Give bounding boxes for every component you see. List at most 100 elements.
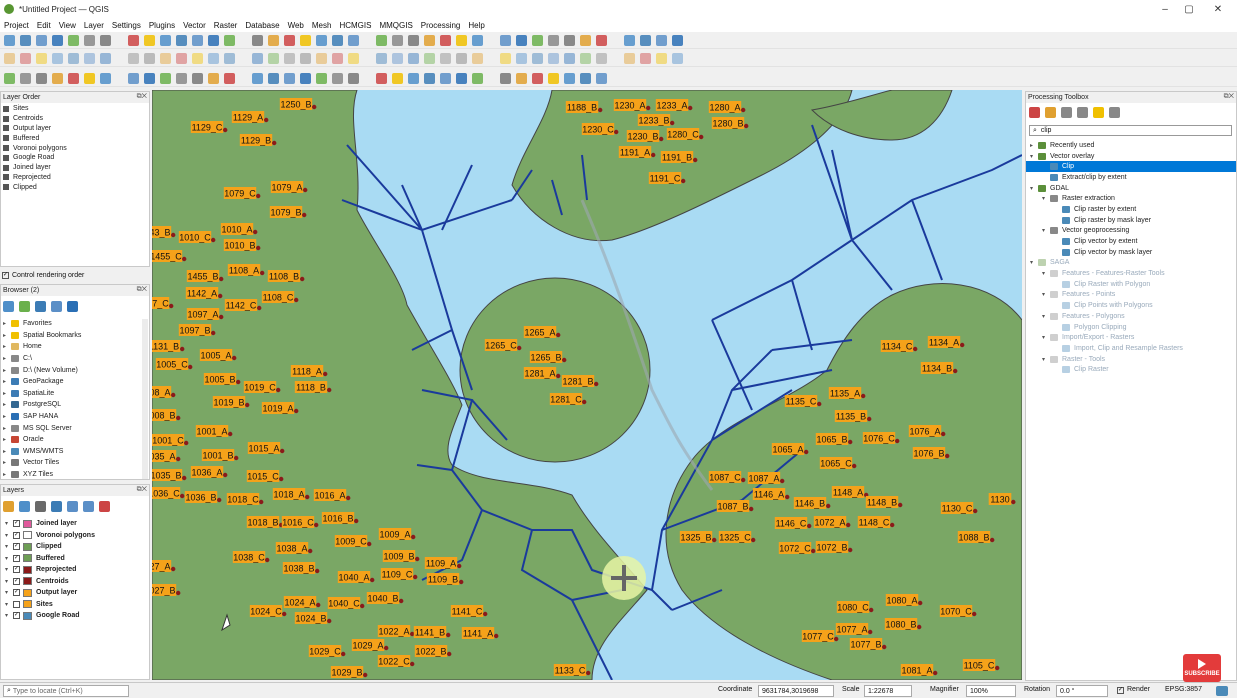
- toolbar-button-icon[interactable]: [36, 52, 47, 64]
- crs-button[interactable]: EPSG:3857: [1165, 686, 1202, 693]
- toolbar-button-icon[interactable]: [4, 52, 15, 64]
- toolbar-button-icon[interactable]: [332, 72, 343, 84]
- toolbar-button-icon[interactable]: [376, 52, 387, 64]
- toolbar-button-icon[interactable]: [472, 52, 483, 64]
- close-panel-icon[interactable]: ⧉✕: [137, 486, 147, 494]
- menu-item[interactable]: Vector: [183, 21, 206, 30]
- results-icon[interactable]: [1077, 106, 1088, 118]
- toolbar-button-icon[interactable]: [624, 34, 635, 46]
- toolbar-button-icon[interactable]: [4, 72, 15, 84]
- toolbox-tree-item[interactable]: ▾ Features - Points: [1026, 290, 1236, 301]
- expand-arrow-icon[interactable]: ▾: [5, 601, 13, 608]
- expand-arrow-icon[interactable]: ▸: [3, 390, 11, 397]
- browser-item[interactable]: ▸ Spatial Bookmarks: [3, 330, 141, 342]
- edit-features-icon[interactable]: [1093, 106, 1104, 118]
- layer-item[interactable]: ▾ Sites: [5, 599, 145, 611]
- toolbar-button-icon[interactable]: [100, 34, 111, 46]
- refresh-icon[interactable]: [3, 300, 14, 312]
- toolbar-button-icon[interactable]: [548, 52, 559, 64]
- toolbar-button-icon[interactable]: [564, 34, 575, 46]
- remove-layer-icon[interactable]: [99, 500, 110, 512]
- expand-arrow-icon[interactable]: ▸: [3, 332, 11, 339]
- toolbar-button-icon[interactable]: [424, 34, 435, 46]
- toolbar-button-icon[interactable]: [624, 52, 635, 64]
- toolbar-button-icon[interactable]: [160, 52, 171, 64]
- toolbox-tree-item[interactable]: ▾ Features - Features-Raster Tools: [1026, 268, 1236, 279]
- toolbar-button-icon[interactable]: [376, 34, 387, 46]
- toolbar-button-icon[interactable]: [100, 72, 111, 84]
- toolbar-button-icon[interactable]: [472, 72, 483, 84]
- browser-item[interactable]: ▸ Vector Tiles: [3, 457, 141, 469]
- add-group-icon[interactable]: [19, 500, 30, 512]
- toolbar-button-icon[interactable]: [192, 72, 203, 84]
- layer-item[interactable]: ▾ ✓ Output layer: [5, 587, 145, 599]
- toolbar-button-icon[interactable]: [268, 52, 279, 64]
- browser-item[interactable]: ▸ Oracle: [3, 434, 141, 446]
- toolbar-button-icon[interactable]: [548, 72, 559, 84]
- expand-arrow-icon[interactable]: ▸: [3, 413, 11, 420]
- toolbox-tree-item[interactable]: ▾ Raster extraction: [1026, 193, 1236, 204]
- expand-arrow-icon[interactable]: ▾: [5, 578, 13, 585]
- layer-item[interactable]: ▾ ✓ Buffered: [5, 553, 145, 565]
- toolbar-button-icon[interactable]: [192, 34, 203, 46]
- toolbar-button-icon[interactable]: [472, 34, 483, 46]
- toolbar-button-icon[interactable]: [348, 34, 359, 46]
- toolbox-tree-item[interactable]: Clip vector by extent: [1026, 236, 1236, 247]
- toolbox-search[interactable]: ⌕ clip: [1029, 125, 1232, 136]
- toolbar-button-icon[interactable]: [348, 52, 359, 64]
- locator-search[interactable]: ⌕ Type to locate (Ctrl+K): [3, 685, 129, 697]
- toolbar-button-icon[interactable]: [440, 72, 451, 84]
- toolbar-button-icon[interactable]: [332, 52, 343, 64]
- menu-item[interactable]: Processing: [421, 21, 461, 30]
- expand-arrow-icon[interactable]: ▸: [3, 401, 11, 408]
- toolbar-button-icon[interactable]: [656, 34, 667, 46]
- toolbar-button-icon[interactable]: [224, 34, 235, 46]
- toolbar-button-icon[interactable]: [516, 72, 527, 84]
- rotation-field[interactable]: 0.0 °: [1056, 685, 1108, 697]
- toolbar-button-icon[interactable]: [208, 34, 219, 46]
- browser-item[interactable]: ▸ PostgreSQL: [3, 399, 141, 411]
- expand-arrow-icon[interactable]: ▾: [5, 520, 13, 527]
- toolbar-button-icon[interactable]: [408, 34, 419, 46]
- layer-item[interactable]: ▾ ✓ Google Road: [5, 610, 145, 622]
- browser-item[interactable]: ▸ D:\ (New Volume): [3, 364, 141, 376]
- toolbar-button-icon[interactable]: [316, 72, 327, 84]
- toolbox-tree-item[interactable]: ▸ Recently used: [1026, 140, 1236, 151]
- toolbar-button-icon[interactable]: [392, 34, 403, 46]
- toolbar-button-icon[interactable]: [84, 34, 95, 46]
- visibility-checkbox[interactable]: ✓: [13, 612, 20, 620]
- expand-arrow-icon[interactable]: ▾: [1030, 185, 1038, 192]
- toolbar-button-icon[interactable]: [68, 72, 79, 84]
- toolbar-button-icon[interactable]: [128, 34, 139, 46]
- layer-order-item[interactable]: Voronoi polygons: [3, 143, 67, 153]
- toolbar-button-icon[interactable]: [672, 52, 683, 64]
- toolbar-button-icon[interactable]: [516, 52, 527, 64]
- expand-arrow-icon[interactable]: ▾: [1030, 153, 1038, 160]
- toolbar-button-icon[interactable]: [580, 52, 591, 64]
- toolbar-button-icon[interactable]: [424, 72, 435, 84]
- expand-arrow-icon[interactable]: ▸: [3, 355, 11, 362]
- menu-item[interactable]: Edit: [37, 21, 51, 30]
- toolbar-button-icon[interactable]: [36, 72, 47, 84]
- browser-item[interactable]: ▸ GeoPackage: [3, 376, 141, 388]
- toolbar-button-icon[interactable]: [144, 52, 155, 64]
- expand-arrow-icon[interactable]: ▾: [5, 612, 13, 619]
- close-button[interactable]: ✕: [1203, 0, 1233, 18]
- toolbar-button-icon[interactable]: [252, 52, 263, 64]
- toolbox-tree-item[interactable]: Extract/clip by extent: [1026, 172, 1236, 183]
- browser-item[interactable]: ▸ Home: [3, 341, 141, 353]
- layer-order-item[interactable]: Sites: [3, 104, 67, 114]
- expand-arrow-icon[interactable]: ▾: [1042, 227, 1050, 234]
- menu-item[interactable]: Mesh: [312, 21, 332, 30]
- expand-arrow-icon[interactable]: ▸: [3, 436, 11, 443]
- toolbar-button-icon[interactable]: [128, 72, 139, 84]
- visibility-checkbox[interactable]: ✓: [13, 589, 20, 597]
- toolbar-button-icon[interactable]: [424, 52, 435, 64]
- toolbox-tree-item[interactable]: Import, Clip and Resample Rasters: [1026, 343, 1236, 354]
- browser-item[interactable]: ▸ Favorites: [3, 318, 141, 330]
- toolbox-tree-item[interactable]: ▾ Vector overlay: [1026, 151, 1236, 162]
- toolbox-tree-item[interactable]: Clip Raster: [1026, 364, 1236, 375]
- collapse-icon[interactable]: [51, 300, 62, 312]
- toolbar-button-icon[interactable]: [316, 52, 327, 64]
- toolbar-button-icon[interactable]: [20, 34, 31, 46]
